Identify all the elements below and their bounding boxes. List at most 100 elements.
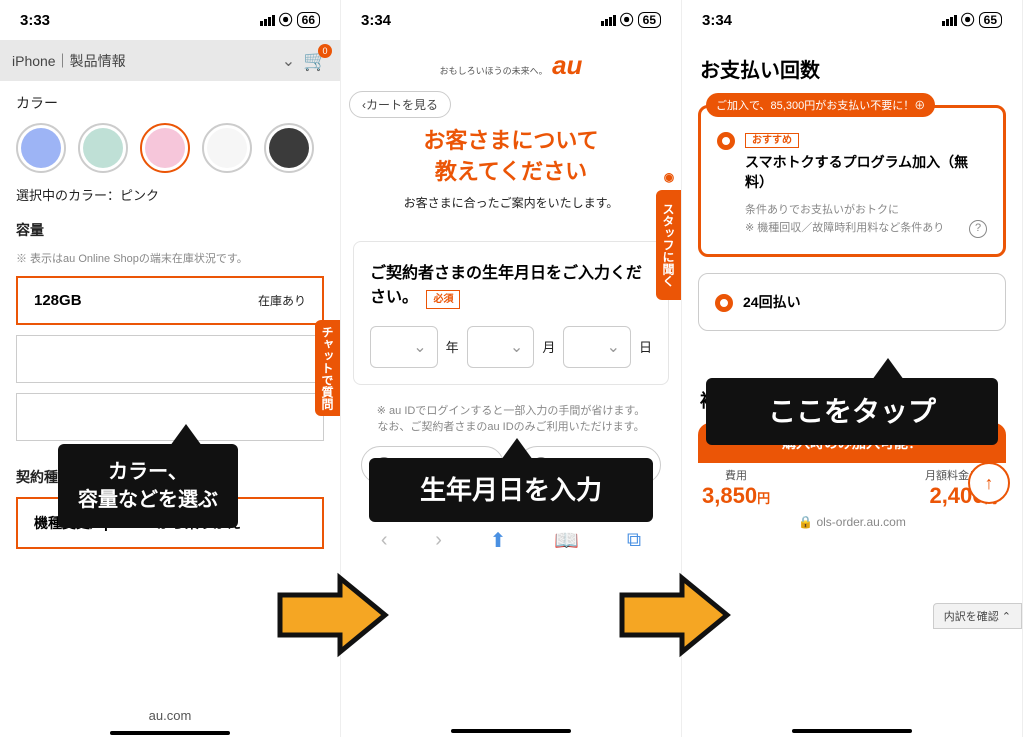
status-bar: 3:34 ⦿ 65 bbox=[341, 0, 681, 40]
status-bar: 3:33 ⦿ 66 bbox=[0, 0, 340, 40]
cellular-icon bbox=[601, 15, 616, 26]
stock-status: 在庫あり bbox=[258, 292, 306, 309]
yen: 円 bbox=[757, 491, 770, 506]
day-select[interactable]: ⌄ bbox=[563, 326, 631, 368]
month-select[interactable]: ⌄ bbox=[467, 326, 535, 368]
url-bar: 🔒 ols-order.au.com bbox=[682, 515, 1022, 529]
month-label: 月 bbox=[542, 337, 555, 356]
payment-option-program[interactable]: おすすめ スマホトクするプログラム加入（無料） 条件ありでお支払いがおトクに ※… bbox=[698, 105, 1006, 257]
radio-selected-icon bbox=[715, 294, 733, 312]
status-right: ⦿ 65 bbox=[601, 10, 661, 30]
back-cart-label: カートを見る bbox=[366, 96, 438, 113]
back-to-cart[interactable]: ‹ カートを見る bbox=[349, 91, 451, 118]
color-blue[interactable] bbox=[16, 123, 66, 173]
step-arrow-1 bbox=[270, 570, 390, 660]
status-right: ⦿ 66 bbox=[260, 10, 320, 30]
radio-selected-icon bbox=[717, 132, 735, 150]
color-black[interactable] bbox=[264, 123, 314, 173]
url-bar: au.com bbox=[149, 708, 192, 723]
color-pink[interactable] bbox=[140, 123, 190, 173]
share-icon[interactable]: ⬆︎ bbox=[490, 528, 507, 553]
year-select[interactable]: ⌄ bbox=[370, 326, 438, 368]
scroll-top-button[interactable]: ↑ bbox=[968, 462, 1010, 504]
color-green[interactable] bbox=[78, 123, 128, 173]
capacity-label: 128GB bbox=[34, 292, 82, 309]
callout-1: カラー、 容量などを選ぶ bbox=[58, 444, 238, 528]
capacity-option-2[interactable] bbox=[16, 335, 324, 383]
status-right: ⦿ 65 bbox=[942, 10, 1002, 30]
year-label: 年 bbox=[446, 337, 459, 356]
callout-pointer bbox=[170, 424, 202, 446]
callout-pointer bbox=[501, 438, 533, 460]
status-bar: 3:34 ⦿ 65 bbox=[682, 0, 1022, 40]
back-icon[interactable]: ‹ bbox=[381, 529, 388, 552]
wifi-icon: ⦿ bbox=[961, 10, 975, 30]
date-row: ⌄ 年 ⌄ 月 ⌄ 日 bbox=[370, 326, 652, 368]
step-arrow-2 bbox=[612, 570, 732, 660]
option-sub: 条件ありでお支払いがおトクに ※ 機種回収／故障時利用料など条件あり ? bbox=[745, 202, 987, 237]
home-indicator bbox=[110, 731, 230, 735]
capacity-note: ※ 表示はau Online Shopの端末在庫状況です。 bbox=[16, 250, 324, 266]
chevron-down-icon[interactable]: ⌄ bbox=[282, 51, 295, 71]
chevron-down-icon: ⌄ bbox=[607, 337, 620, 357]
detail-toggle[interactable]: 内訳を確認 ⌃ bbox=[933, 603, 1022, 629]
cart-badge: 0 bbox=[318, 44, 332, 58]
capacity-heading: 容量 bbox=[16, 220, 324, 240]
home-indicator bbox=[792, 729, 912, 733]
chevron-down-icon: ⌄ bbox=[413, 337, 426, 357]
color-white[interactable] bbox=[202, 123, 252, 173]
question-text: ご契約者さまの生年月日をご入力ください。 bbox=[370, 265, 642, 306]
staff-tab[interactable]: スタッフに聞く bbox=[656, 190, 681, 300]
battery-indicator: 65 bbox=[979, 12, 1002, 28]
day-label: 日 bbox=[639, 337, 652, 356]
callout-2: 生年月日を入力 bbox=[369, 458, 653, 522]
payment-heading: お支払い回数 bbox=[682, 40, 1022, 89]
battery-indicator: 65 bbox=[638, 12, 661, 28]
auid-note: ※ au IDでログインすると一部入力の手間が省けます。 なお、ご契約者さまのa… bbox=[357, 403, 665, 436]
chevron-down-icon: ⌄ bbox=[510, 337, 523, 357]
status-time: 3:34 bbox=[361, 12, 391, 29]
promo-banner: ご加入で、85,300円がお支払い不要に！⊕ bbox=[706, 93, 935, 117]
question-title: ご契約者さまの生年月日をご入力ください。 必須 bbox=[370, 262, 652, 310]
home-indicator bbox=[451, 729, 571, 733]
forward-icon[interactable]: › bbox=[435, 529, 442, 552]
birthdate-card: ご契約者さまの生年月日をご入力ください。 必須 ⌄ 年 ⌄ 月 ⌄ 日 bbox=[353, 241, 669, 385]
brand-tagline: おもしろいほうの未来へ。 bbox=[440, 66, 548, 76]
callout-pointer bbox=[872, 358, 904, 380]
opt-sub-line1: 条件ありでお支払いがおトクに bbox=[745, 204, 899, 216]
color-heading: カラー bbox=[16, 93, 324, 113]
opt-sub-line2: ※ 機種回収／故障時利用料など条件あり bbox=[745, 222, 944, 234]
cellular-icon bbox=[942, 15, 957, 26]
breadcrumb: iPhone｜製品情報 bbox=[12, 51, 126, 71]
cost-label: 費用 bbox=[702, 467, 770, 483]
hero-title: お客さまについて 教えてください bbox=[341, 126, 681, 188]
cart-button[interactable]: 🛒 0 bbox=[303, 48, 328, 73]
callout-3: ここをタップ bbox=[706, 378, 998, 445]
hero-subtitle: お客さまに合ったご案内をいたします。 bbox=[341, 194, 681, 211]
recommended-badge: おすすめ bbox=[745, 133, 799, 148]
price-1: 3,850 bbox=[702, 483, 757, 508]
bookmarks-icon[interactable]: 📖 bbox=[554, 528, 579, 553]
battery-indicator: 66 bbox=[297, 12, 320, 28]
wifi-icon: ⦿ bbox=[279, 10, 293, 30]
brand-header: おもしろいほうの未来へ。 au bbox=[341, 40, 681, 91]
status-time: 3:33 bbox=[20, 12, 50, 29]
url-text: ols-order.au.com bbox=[816, 515, 905, 529]
payment-option-24[interactable]: 24回払い bbox=[698, 273, 1006, 331]
option-title: 24回払い bbox=[743, 292, 801, 312]
wifi-icon: ⦿ bbox=[620, 10, 634, 30]
required-badge: 必須 bbox=[426, 290, 460, 309]
selected-color-text: 選択中のカラー：ピンク bbox=[16, 185, 324, 204]
page-header: iPhone｜製品情報 ⌄ 🛒 0 bbox=[0, 40, 340, 81]
screenshot-3: 3:34 ⦿ 65 お支払い回数 ご加入で、85,300円がお支払い不要に！⊕ … bbox=[682, 0, 1023, 737]
safari-toolbar: ‹ › ⬆︎ 📖 ⧉ bbox=[341, 518, 681, 559]
info-icon[interactable]: ? bbox=[969, 220, 987, 238]
color-swatches bbox=[16, 123, 324, 173]
chat-tab[interactable]: チャットで質問 bbox=[315, 320, 340, 416]
tabs-icon[interactable]: ⧉ bbox=[627, 529, 641, 552]
capacity-128gb[interactable]: 128GB 在庫あり bbox=[16, 276, 324, 325]
brand-logo: au bbox=[552, 50, 582, 80]
cellular-icon bbox=[260, 15, 275, 26]
option-title: スマホトクするプログラム加入（無料） bbox=[745, 152, 987, 192]
status-time: 3:34 bbox=[702, 12, 732, 29]
